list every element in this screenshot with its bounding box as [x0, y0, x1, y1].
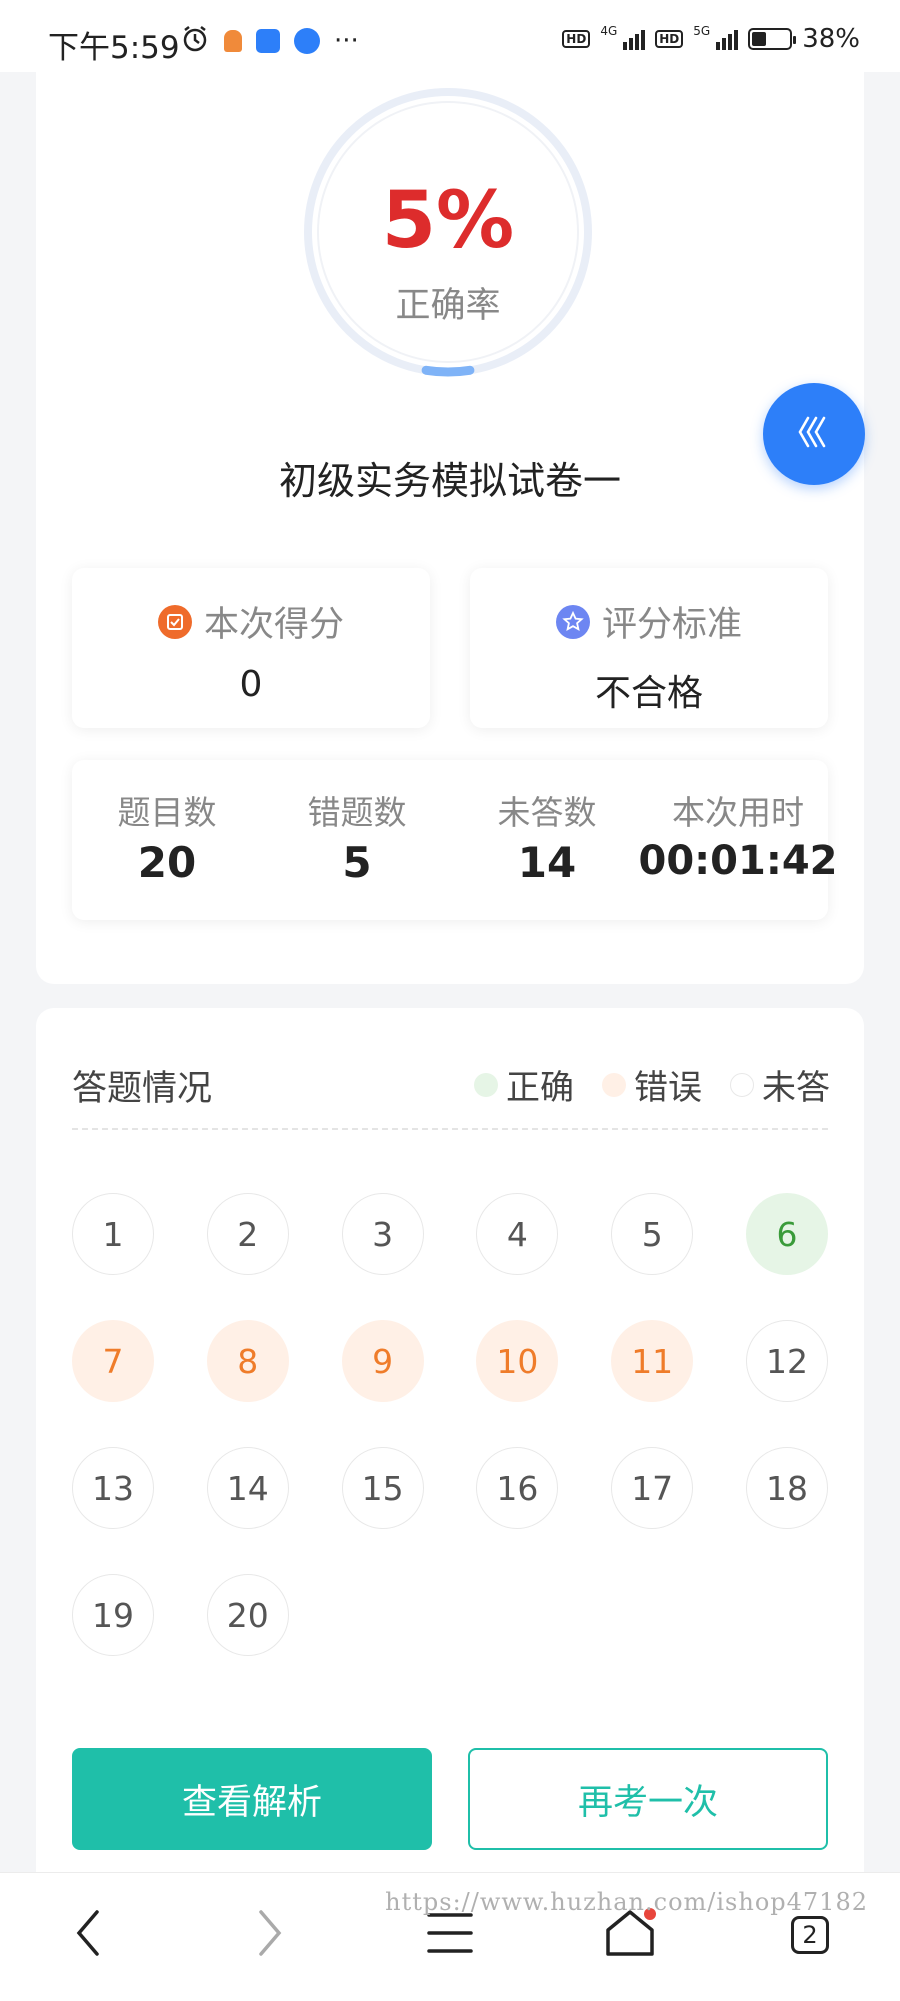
result-card: 5% 正确率 初级实务模拟试卷一 本次得分 0 评分标准 不合格 题目数 20 …: [36, 72, 864, 984]
count-label: 错题数: [307, 793, 407, 832]
answer-sheet-title: 答题情况: [72, 1069, 213, 1109]
count-label: 本次用时: [672, 793, 804, 832]
question-number-button[interactable]: 8: [206, 1320, 289, 1402]
question-number-button[interactable]: 12: [746, 1320, 828, 1402]
question-number-button[interactable]: 10: [476, 1320, 559, 1402]
question-number-button[interactable]: 14: [206, 1447, 289, 1529]
app-notification-icon: [294, 28, 320, 54]
question-number-button[interactable]: 5: [611, 1193, 694, 1275]
question-number-button[interactable]: 7: [72, 1320, 154, 1402]
network-type: 4G: [600, 24, 618, 38]
question-number-button[interactable]: 6: [746, 1193, 828, 1275]
battery-level: [752, 32, 767, 46]
status-right-icons: HD 4G HD 5G 38%: [562, 24, 860, 54]
count-value: 00:01:42: [638, 838, 838, 884]
question-number-button[interactable]: 20: [206, 1574, 289, 1656]
count-value: 14: [517, 838, 577, 887]
standard-label: 评分标准: [601, 605, 742, 645]
question-number-button[interactable]: 2: [206, 1193, 289, 1275]
home-icon: [604, 1908, 656, 1962]
legend-unanswered: 未答: [762, 1068, 830, 1108]
app-notification-icon: [224, 30, 242, 52]
network-type: 5G: [693, 24, 711, 38]
counts-box: 题目数 20 错题数 5 未答数 14 本次用时 00:01:42: [72, 760, 837, 920]
divider: [72, 1128, 828, 1130]
forward-icon: [255, 1908, 285, 1962]
accuracy-value: 5%: [381, 176, 515, 266]
count-value: 20: [137, 838, 197, 887]
alarm-icon: [180, 24, 210, 58]
app-notification-icon: [256, 29, 280, 53]
legend-unanswered-dot: [730, 1072, 754, 1097]
question-number-button[interactable]: 19: [72, 1574, 154, 1656]
question-number-button[interactable]: 16: [476, 1447, 559, 1529]
accuracy-label: 正确率: [395, 286, 501, 326]
question-number-button[interactable]: 15: [341, 1447, 424, 1529]
signal-icon: [716, 28, 739, 50]
back-button[interactable]: [58, 1905, 118, 1965]
exam-title: 初级实务模拟试卷一: [278, 459, 621, 503]
signal-icon: [623, 28, 646, 50]
collapse-chevrons-icon: [792, 410, 836, 458]
star-badge-icon: [555, 604, 590, 639]
question-number-button[interactable]: 9: [341, 1320, 424, 1402]
more-notifications-icon: ···: [334, 26, 359, 56]
hd-badge: HD: [655, 30, 684, 48]
count-label: 未答数: [497, 793, 597, 832]
standard-value: 不合格: [594, 673, 703, 714]
battery-icon: [748, 28, 797, 50]
count-label: 题目数: [117, 793, 217, 832]
legend-wrong-dot: [602, 1072, 626, 1097]
view-analysis-button[interactable]: 查看解析: [72, 1748, 432, 1850]
count-value: 5: [342, 838, 372, 887]
legend: 正确 错误 未答: [454, 1060, 830, 1109]
battery-percent: 38%: [802, 24, 860, 54]
status-bar: 下午5:59 ··· HD 4G HD 5G 38%: [0, 0, 900, 72]
forward-button[interactable]: [240, 1905, 300, 1965]
legend-correct: 正确: [506, 1068, 574, 1108]
legend-wrong: 错误: [634, 1068, 702, 1108]
standard-box: 评分标准 不合格: [470, 568, 828, 728]
watermark: https://www.huzhan.com/ishop47182: [385, 1888, 868, 1916]
score-icon: [157, 604, 192, 639]
back-icon: [73, 1908, 103, 1962]
menu-icon: [427, 1911, 473, 1959]
legend-correct-dot: [474, 1072, 498, 1097]
answer-sheet-card: 答题情况 正确 错误 未答 1 2 3 4 5 6 7 8 9 10 11 12 13 14 15 16 17 1…: [36, 1008, 864, 1888]
hd-badge: HD: [562, 30, 591, 48]
floating-collapse-button[interactable]: [763, 383, 865, 485]
status-left-icons: ···: [180, 24, 359, 58]
question-number-button[interactable]: 4: [476, 1193, 559, 1275]
question-number-button[interactable]: 17: [611, 1447, 694, 1529]
tabs-icon: 2: [791, 1916, 829, 1954]
score-value: 0: [239, 664, 263, 705]
score-box: 本次得分 0: [72, 568, 430, 728]
question-number-button[interactable]: 1: [72, 1193, 154, 1275]
retry-exam-button[interactable]: 再考一次: [468, 1748, 828, 1850]
status-time: 下午5:59: [48, 30, 180, 66]
score-label: 本次得分: [203, 605, 344, 645]
question-number-button[interactable]: 11: [611, 1320, 694, 1402]
question-number-button[interactable]: 3: [341, 1193, 424, 1275]
question-number-button[interactable]: 18: [746, 1447, 828, 1529]
question-number-button[interactable]: 13: [72, 1447, 154, 1529]
accuracy-gauge: 5% 正确率: [298, 82, 598, 382]
